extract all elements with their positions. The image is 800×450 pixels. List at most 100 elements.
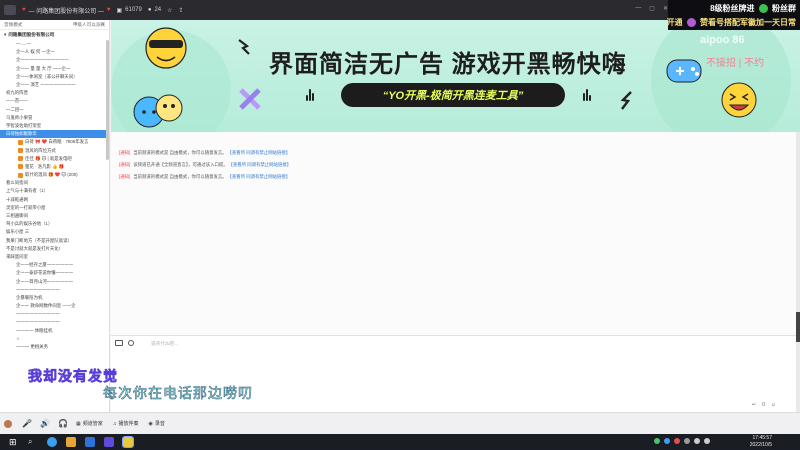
message-input[interactable]: 说点什么吧...	[151, 341, 178, 347]
sidebar-item[interactable]: 一一一一 休眠挂机	[0, 327, 109, 335]
channel-manager-button[interactable]: ▦ 频道管家	[76, 420, 103, 428]
browser-icon[interactable]	[47, 437, 57, 447]
user-name: 狸花 · 洛凡影 👍 🎁	[25, 163, 65, 169]
clock[interactable]: 17:45:57 2022/10/5	[750, 435, 772, 448]
user-name: 白荷 🎀 ❤️ 白荷眠 · 7806年发言	[25, 139, 89, 145]
sidebar-item[interactable]: ——苗——	[0, 97, 109, 105]
sidebar-item[interactable]: 企一人 娱 何 一企一	[0, 48, 109, 56]
sidebar-item[interactable]: 一一一一一一一一一一	[0, 286, 109, 294]
sidebar-item[interactable]: 一一一一一一一一一一	[0, 318, 109, 326]
sidebar-item[interactable]: 企一一目月山河一一一一一一	[0, 277, 109, 285]
sidebar-item[interactable]: 三相遍聊间	[0, 212, 109, 220]
gift-icon	[686, 18, 696, 28]
network-icon[interactable]	[694, 438, 700, 444]
scroll-thumb[interactable]	[796, 312, 800, 342]
sidebar-item[interactable]: 一.....一	[0, 40, 109, 48]
sidebar-item[interactable]: 企一一一一一一一一一一一	[0, 56, 109, 64]
message-link[interactable]: 【查看所 同调有禁止网站链接】	[230, 150, 291, 155]
sidebar-item-label: 企一一经存之厦一一一一一一	[16, 262, 74, 268]
sidebar-item-label: 一一一一一一一一一一	[16, 319, 60, 325]
windows-start-icon[interactable]: ⊞	[9, 437, 19, 447]
tray-icon[interactable]	[674, 438, 680, 444]
format-icon[interactable]	[115, 340, 123, 346]
sidebar-item[interactable]: 企一一 救命网数件间室 一一企	[0, 302, 109, 310]
sidebar-item[interactable]: 娱乐小屋 三	[0, 228, 109, 236]
heart-icon: ♥	[106, 7, 111, 13]
sidebar-item[interactable]: 宇智波佐助打架室	[0, 122, 109, 130]
system-message: [通知] 当前频道的模式是 自由模式，你可以随意发言。 【查看所 同调有禁止网站链接…	[119, 150, 290, 156]
sidebar-item[interactable]: 一二团一	[0, 106, 109, 114]
active-app-icon[interactable]	[122, 436, 134, 448]
avatar[interactable]	[4, 419, 12, 428]
promo-banner[interactable]: 界面简洁无广告 游戏开黑畅快嗨 “YO开黑-极简开黑连麦工具”	[111, 20, 800, 132]
sidebar-item-label: 十减乾通网	[6, 196, 28, 202]
sidebar-item[interactable]: 我果门断地方（不是开屋队就读）	[0, 237, 109, 245]
sidebar-item-label: 我果门断地方（不是开屋队就读）	[6, 237, 72, 243]
smile-icon[interactable]: ☺	[771, 402, 776, 408]
mode-selector[interactable]: 音频模式	[4, 22, 22, 28]
channel-user[interactable]: 狸花 · 洛凡影 👍 🎁	[0, 163, 109, 171]
tray-icon[interactable]	[654, 438, 660, 444]
sidebar-item[interactable]: 初九的阵营	[0, 89, 109, 97]
share-icon[interactable]: ⇪	[179, 7, 184, 14]
right-scrollbar[interactable]	[796, 132, 800, 412]
channel-user[interactable]: 白荷 🎀 ❤️ 白荷眠 · 7806年发言	[0, 138, 109, 146]
message-list: [通知] 当前频道的模式是 自由模式，你可以随意发言。 【查看所 同调有禁止网站链接…	[111, 132, 796, 335]
star-icon[interactable]: ☆	[167, 7, 172, 14]
sidebar-item[interactable]: 十减乾通网	[0, 196, 109, 204]
sidebar-item[interactable]: 来踩蛋间室	[0, 253, 109, 261]
headset-icon[interactable]: 🎧	[58, 419, 68, 428]
bottom-toolbar: 🎤 🔊 🎧 ▦ 频道管家 ♫ 播放伴奏 ◉ 录音	[0, 412, 800, 434]
sidebar-item[interactable]: 上气与十满有者（1）	[0, 187, 109, 195]
channel-root[interactable]: ▾ 问路集团股份有限公司	[0, 30, 109, 40]
sidebar-item-label: 一二团一	[6, 106, 24, 112]
folder-icon[interactable]	[66, 437, 76, 447]
app-icon[interactable]	[85, 437, 95, 447]
tray-icon[interactable]	[684, 438, 690, 444]
channel-sidebar: 音频模式 甲级人可以派赛 ▾ 问路集团股份有限公司 一.....一 企一人 娱 何…	[0, 20, 110, 412]
sidebar-item[interactable]: 一一一 更相关务	[0, 343, 109, 351]
channel-title[interactable]: ♥ — 问路集团股份有限公司 — ♥	[22, 6, 110, 15]
wechat-icon	[758, 4, 768, 14]
sidebar-item[interactable]: 企暴暖陪为机	[0, 294, 109, 302]
user-name: 温风的阵位方式	[25, 147, 56, 153]
sidebar-item[interactable]: 驾小兵的娱乐谷地（1）	[0, 220, 109, 228]
sidebar-item-active[interactable]: 白荷独如眠歌华	[0, 130, 109, 139]
sidebar-item[interactable]: 一一一一一一一一一一	[0, 310, 109, 318]
sidebar-item[interactable]: 企一一 量 量 大 厅 一一企一	[0, 65, 109, 73]
sidebar-item[interactable]: 企一一经存之厦一一一一一一	[0, 261, 109, 269]
bolt-icon	[620, 91, 632, 110]
sidebar-item[interactable]: ☆	[0, 335, 109, 343]
sidebar-item[interactable]: 不是讨就大就是发打片天化!	[0, 245, 109, 253]
search-icon[interactable]: ⌕	[28, 437, 38, 447]
sidebar-item[interactable]: 灵室的一打就带小屋	[0, 204, 109, 212]
clock-date: 2022/10/5	[749, 441, 772, 448]
record-button[interactable]: ◉ 录音	[149, 420, 165, 428]
mic-icon[interactable]: 🎤	[22, 419, 32, 428]
message-link[interactable]: 【查看所 同调有禁止网站链接】	[231, 162, 292, 167]
volume-icon[interactable]	[704, 438, 710, 444]
channel-user[interactable]: 温风的阵位方式	[0, 146, 109, 154]
voice-app-icon[interactable]	[104, 437, 114, 447]
sidebar-item[interactable]: 企一一泰舒花说你懂一一一一	[0, 269, 109, 277]
channel-user[interactable]: 佳佳 🎁 🐱 | 就是发电吧	[0, 155, 109, 163]
sidebar-scrollbar[interactable]	[106, 40, 109, 160]
send-icon[interactable]: ↵	[752, 402, 756, 408]
sidebar-item[interactable]: 企一一休闲室（非公开聊天间）	[0, 73, 109, 81]
maximize-icon[interactable]: ▢	[649, 5, 655, 12]
sidebar-item-label: 来踩蛋间室	[6, 253, 28, 259]
speaker-icon[interactable]: 🔊	[40, 419, 50, 428]
sidebar-item[interactable]: 企一一 演艺 一一一一一一一一	[0, 81, 109, 89]
minimize-icon[interactable]: —	[635, 5, 641, 12]
sidebar-item-label: ——苗——	[6, 98, 28, 104]
emoji-icon[interactable]	[128, 340, 134, 346]
message-link[interactable]: 【查看所 同调有禁止网站链接】	[230, 174, 291, 179]
send-controls: ↵ 0 ☺	[752, 402, 776, 408]
sidebar-item-label: 企暴暖陪为机	[16, 294, 43, 300]
sidebar-item[interactable]: 看么同指间	[0, 179, 109, 187]
expand-icon[interactable]: ▾	[4, 32, 6, 38]
channel-user[interactable]: 取什的温风 🎁 ❤️ 🐱 (200)	[0, 171, 109, 179]
tray-icon[interactable]	[664, 438, 670, 444]
play-music-button[interactable]: ♫ 播放伴奏	[113, 420, 139, 428]
sidebar-item[interactable]: 乌鬼师小果冒	[0, 114, 109, 122]
